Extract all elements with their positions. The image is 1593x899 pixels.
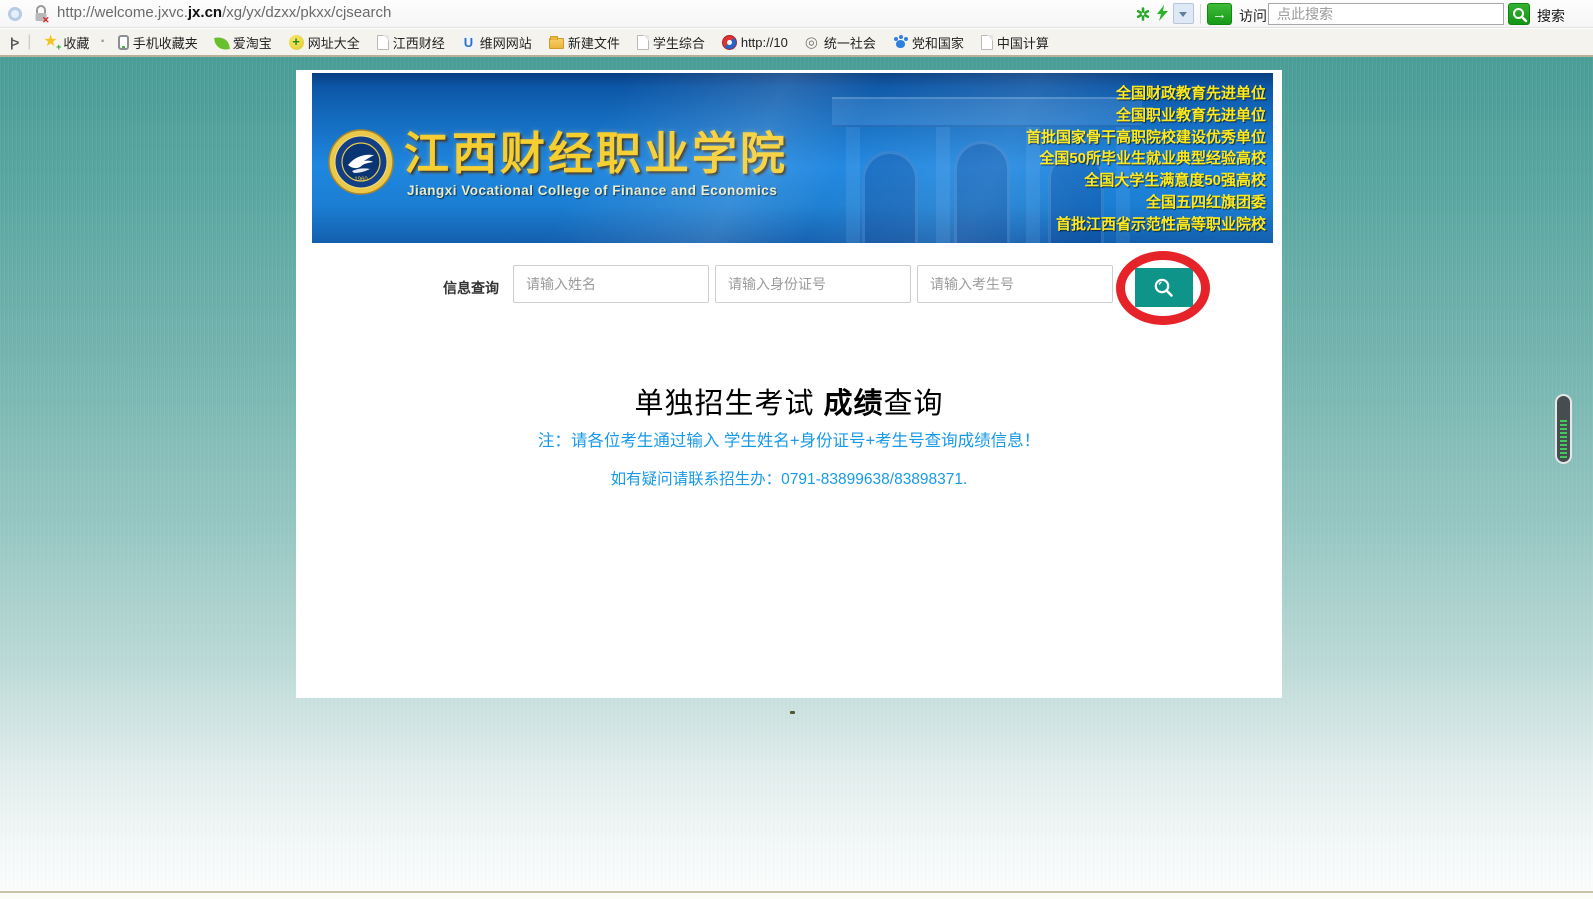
browser-search-input[interactable] bbox=[1268, 3, 1504, 25]
college-name: 江西财经职业学院 bbox=[404, 117, 788, 182]
content-card: 1960 江西财经职业学院 Jiangxi Vocational College… bbox=[296, 70, 1282, 698]
accolade-line: 全国财政教育先进单位 bbox=[1026, 83, 1266, 105]
accolade-line: 全国50所毕业生就业典型经验高校 bbox=[1026, 148, 1266, 170]
college-name-english: Jiangxi Vocational College of Finance an… bbox=[407, 183, 777, 198]
bookmark-student-portal[interactable]: 学生综合 bbox=[637, 33, 705, 52]
page-icon bbox=[377, 35, 389, 50]
sidebar-toggle-icon[interactable]: |> bbox=[10, 35, 17, 50]
stray-dot bbox=[790, 711, 795, 714]
address-bar: ✕ http://welcome.jxvc.jx.cn/xg/yx/dzxx/p… bbox=[0, 0, 1593, 28]
bookmark-dot-separator: · bbox=[100, 33, 105, 51]
lightning-icon[interactable] bbox=[1156, 5, 1169, 27]
page-icon bbox=[981, 35, 993, 50]
svg-text:✕: ✕ bbox=[42, 15, 50, 23]
url-field[interactable]: http://welcome.jxvc.jx.cn/xg/yx/dzxx/pkx… bbox=[57, 4, 391, 21]
bookmarks-bar: |> | 收藏 · 手机收藏夹 爱淘宝 网址大全 江西财经 维网网站 bbox=[0, 29, 1593, 57]
contact-note: 如有疑问请联系招生办：0791-83899638/83898371. bbox=[296, 467, 1282, 489]
star-icon bbox=[43, 34, 59, 50]
u-letter-icon bbox=[462, 35, 476, 50]
score-search-button[interactable] bbox=[1135, 268, 1193, 307]
page-title: 单独招生考试 成绩查询 bbox=[296, 380, 1282, 422]
scrollbar-indicator[interactable] bbox=[1555, 394, 1572, 464]
search-label[interactable]: 搜索 bbox=[1537, 6, 1565, 26]
accolade-line: 全国职业教育先进单位 bbox=[1026, 105, 1266, 127]
name-input[interactable] bbox=[513, 265, 709, 303]
insecure-lock-icon: ✕ bbox=[33, 5, 50, 23]
id-number-input[interactable] bbox=[715, 265, 911, 303]
bookmark-new-file[interactable]: 新建文件 bbox=[549, 33, 620, 52]
accolade-line: 全国大学生满意度50强高校 bbox=[1026, 170, 1266, 192]
candidate-number-input[interactable] bbox=[917, 265, 1113, 303]
rings-icon bbox=[805, 35, 820, 50]
bookmark-party-state[interactable]: 党和国家 bbox=[893, 33, 964, 52]
bookmark-mobile-favorites[interactable]: 手机收藏夹 bbox=[118, 33, 198, 52]
globe-icon bbox=[722, 35, 737, 50]
scroll-progress-stripes bbox=[1560, 420, 1567, 458]
accolade-line: 首批国家骨干高职院校建设优秀单位 bbox=[1026, 127, 1266, 149]
bookmark-http10[interactable]: http://10 bbox=[722, 35, 788, 50]
phone-icon bbox=[118, 35, 129, 50]
bookmark-jiangxi-caijing[interactable]: 江西财经 bbox=[377, 33, 445, 52]
bookmark-aitaobao[interactable]: 爱淘宝 bbox=[215, 33, 272, 52]
magnifier-icon bbox=[1151, 275, 1177, 301]
bookmark-weiwang-site[interactable]: 维网网站 bbox=[462, 33, 532, 52]
plus-circle-icon bbox=[289, 35, 304, 50]
go-button[interactable]: → bbox=[1207, 3, 1232, 25]
leaf-icon bbox=[214, 36, 230, 51]
folder-icon bbox=[549, 38, 564, 49]
aperture-icon[interactable] bbox=[1136, 7, 1150, 26]
college-logo: 1960 bbox=[328, 129, 394, 200]
statusbar-area bbox=[0, 893, 1593, 899]
accolade-list: 全国财政教育先进单位 全国职业教育先进单位 首批国家骨干高职院校建设优秀单位 全… bbox=[1026, 83, 1266, 236]
toolbar-separator bbox=[1200, 4, 1201, 24]
bookmark-china-compute[interactable]: 中国计算 bbox=[981, 33, 1049, 52]
bookmarks-separator: | bbox=[27, 33, 31, 51]
instruction-note: 注：请各位考生通过输入 学生姓名+身份证号+考生号查询成绩信息！ bbox=[296, 427, 1282, 451]
page-icon bbox=[637, 35, 649, 50]
query-label: 信息查询 bbox=[443, 278, 499, 298]
browser-window: ✕ http://welcome.jxvc.jx.cn/xg/yx/dzxx/p… bbox=[0, 0, 1593, 899]
visit-label[interactable]: 访问 bbox=[1239, 6, 1267, 26]
college-banner: 1960 江西财经职业学院 Jiangxi Vocational College… bbox=[312, 73, 1273, 243]
browser-search-button[interactable] bbox=[1508, 3, 1530, 25]
toolbar-dropdown-button[interactable] bbox=[1173, 3, 1194, 24]
accolade-line: 首批江西省示范性高等职业院校 bbox=[1026, 214, 1266, 236]
logo-year: 1960 bbox=[354, 177, 368, 183]
paw-icon bbox=[893, 35, 908, 50]
bookmark-favorites[interactable]: 收藏 bbox=[43, 33, 89, 52]
accolade-line: 全国五四红旗团委 bbox=[1026, 192, 1266, 214]
site-loading-icon bbox=[8, 7, 22, 21]
gate-illustration bbox=[832, 81, 1142, 243]
bookmark-unified-social[interactable]: 统一社会 bbox=[805, 33, 876, 52]
page-background: 1960 江西财经职业学院 Jiangxi Vocational College… bbox=[0, 57, 1593, 899]
bookmark-site-directory[interactable]: 网址大全 bbox=[289, 33, 360, 52]
